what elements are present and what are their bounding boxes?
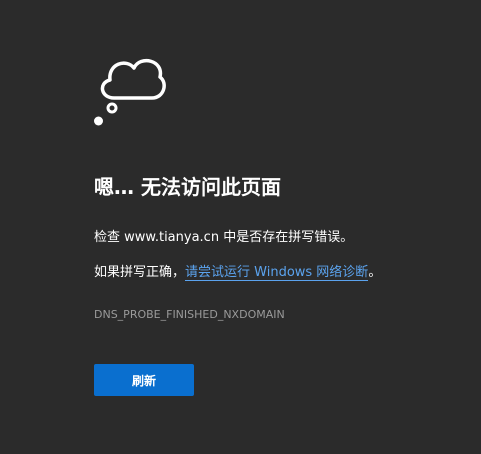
diagnostics-message: 如果拼写正确，请尝试运行 Windows 网络诊断。 [94,264,381,282]
domain-name: www.tianya.cn [124,230,220,245]
page-title: 嗯… 无法访问此页面 [94,175,281,199]
spelling-prefix: 如果拼写正确， [94,265,186,280]
spelling-suffix: 。 [368,265,382,280]
error-page: 嗯… 无法访问此页面 检查 www.tianya.cn 中是否存在拼写错误。 如… [0,0,481,454]
cloud-thought-bubble-icon [94,58,166,126]
reload-button[interactable]: 刷新 [94,364,194,396]
check-suffix: 中是否存在拼写错误。 [219,230,354,245]
error-code: DNS_PROBE_FINISHED_NXDOMAIN [94,308,285,321]
spelling-check-message: 检查 www.tianya.cn 中是否存在拼写错误。 [94,229,353,247]
check-prefix: 检查 [94,230,125,245]
network-diagnostics-link[interactable]: 请尝试运行 Windows 网络诊断 [185,265,369,281]
